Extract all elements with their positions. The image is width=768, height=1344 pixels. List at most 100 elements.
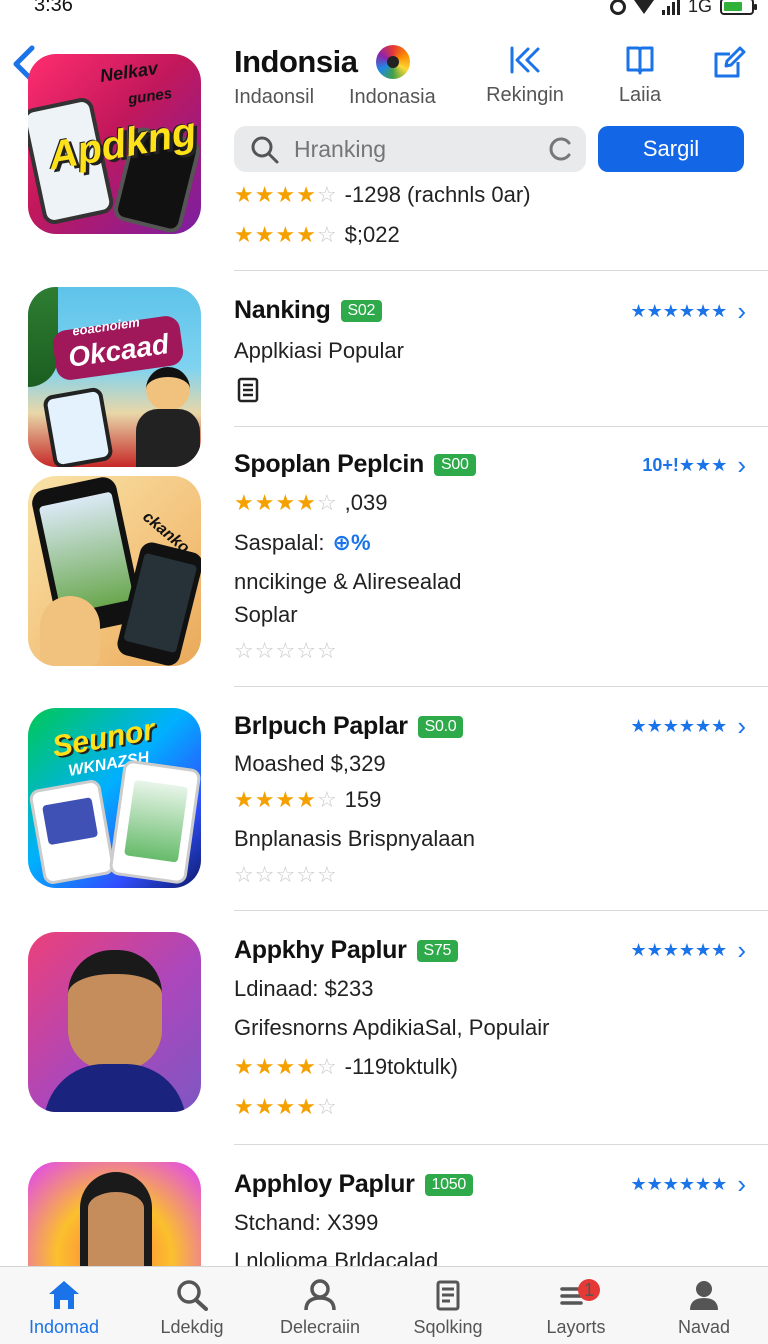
star-rating: ☆ ☆ ☆ ☆ ☆ [234, 864, 337, 886]
app-thumbnail[interactable] [28, 932, 201, 1112]
star-icon: ★ [296, 182, 316, 207]
empty-rating-row: ☆ ☆ ☆ ☆ ☆ [234, 640, 337, 662]
app-name[interactable]: Spoplan Peplcin S00 [234, 450, 476, 479]
hand-illustration [40, 596, 100, 666]
star-rating: ★ ★ ★ ★ ☆ [234, 1096, 337, 1118]
star-icon: ☆ [316, 1094, 337, 1119]
phone-illustration [42, 386, 114, 467]
app-detail: Grifesnorns ApdikiaSal, Populair [234, 1015, 550, 1041]
status-bar: 3:36 1G [0, 0, 768, 22]
app-detail-text: Ldinaad: $233 [234, 976, 374, 1001]
shirt-illustration [44, 1064, 186, 1112]
rank-indicator[interactable]: ★★★★★★ › [631, 713, 747, 739]
star-icon: ☆ [254, 638, 275, 663]
star-icon: ☆ [316, 490, 337, 515]
star-icon: ☆ [316, 787, 337, 812]
color-wheel-icon[interactable] [376, 45, 410, 79]
app-detail-text: Moashed $,329 [234, 751, 386, 776]
app-detail: nncikinge & Aliresealad [234, 569, 461, 595]
star-icon: ★ [254, 182, 275, 207]
star-icon: ☆ [296, 638, 316, 663]
rewind-icon [510, 46, 540, 74]
nav-label: Layorts [546, 1317, 606, 1337]
nav-item-profile[interactable]: Navad [640, 1267, 768, 1344]
price-badge: S02 [340, 299, 383, 322]
search-input[interactable] [294, 132, 534, 166]
star-icon: ★ [275, 182, 296, 207]
nav-label: Indomad [28, 1317, 100, 1337]
header-link[interactable]: Indonasia [349, 86, 436, 109]
star-icon: ★ [254, 1094, 275, 1119]
laiia-button[interactable]: Laiia [595, 44, 685, 107]
app-name[interactable]: Brlpuch Paplar S0.0 [234, 712, 464, 741]
clipboard-icon [436, 1280, 460, 1311]
home-icon [49, 1281, 79, 1309]
star-icon: ★ [254, 787, 275, 812]
rank-indicator[interactable]: ★★★★★★ › [631, 1171, 747, 1197]
price-badge: S00 [433, 453, 476, 476]
app-detail: Ldinaad: $233 [234, 976, 373, 1002]
divider [234, 910, 768, 911]
rekingin-button[interactable]: Rekingin [480, 44, 570, 107]
star-rating: ★ ★ ★ ★ ☆ [234, 789, 337, 811]
app-detail-text: nncikinge & Aliresealad [234, 569, 462, 594]
search-bar [234, 126, 586, 172]
star-icon: ★ [275, 787, 296, 812]
chevron-right-icon: › [737, 711, 746, 741]
app-category: Applkiasi Popular [234, 338, 404, 364]
star-rating: ★ ★ ★ ★ ☆ [234, 492, 337, 514]
person-icon [304, 1279, 336, 1311]
app-name[interactable]: Appkhy Paplur S75 [234, 936, 459, 965]
star-icon: ★ [296, 787, 316, 812]
star-icon: ★ [234, 490, 254, 515]
app-thumbnail[interactable]: Seunor WKNAZSH [28, 708, 201, 888]
app-name[interactable]: Apphloy Paplur 1050 [234, 1170, 473, 1199]
star-icon: ★ [296, 222, 316, 247]
app-title: Nanking [234, 296, 331, 324]
nav-item-search[interactable]: Ldekdig [128, 1267, 256, 1344]
featured-rating-row: ★ ★ ★ ★ ☆ -1298 (rachnls 0ar) [234, 182, 531, 208]
featured-rating-text: -1298 (rachnls 0ar) [344, 182, 531, 207]
rank-indicator[interactable]: 10+!★★★ › [642, 452, 746, 478]
app-rating: ★ ★ ★ ★ ☆ ,039 [234, 490, 388, 516]
nav-item-home[interactable]: Indomad [0, 1267, 128, 1344]
phone-illustration [108, 759, 201, 885]
star-icon: ☆ [316, 1054, 337, 1079]
divider [234, 686, 768, 687]
app-title: Spoplan Peplcin [234, 450, 424, 478]
nav-label: Navad [677, 1317, 731, 1337]
nav-item-person[interactable]: Delecraiin [256, 1267, 384, 1344]
rank-indicator[interactable]: ★★★★★★ › [631, 298, 747, 324]
star-rating: ★ ★ ★ ★ ☆ [234, 224, 337, 246]
featured-app-thumbnail[interactable]: Nelkav gunes Apdkng [28, 54, 201, 234]
app-thumbnail[interactable]: ckanko [28, 476, 201, 666]
nav-item-layouts[interactable]: 1 Layorts [512, 1267, 640, 1344]
edit-icon[interactable] [712, 46, 746, 80]
nav-item-list[interactable]: Sqolking [384, 1267, 512, 1344]
face-illustration [68, 950, 162, 1070]
header-subtitle: Indaonsil [234, 86, 315, 108]
star-icon: ☆ [316, 862, 337, 887]
app-detail: Lnlolioma Brldacalad [234, 1248, 438, 1266]
chevron-right-icon: › [737, 450, 746, 480]
refresh-icon[interactable] [548, 136, 574, 162]
app-detail-text: Bnplanasis Brispnyalaan [234, 826, 475, 851]
status-time: 3:36 [34, 0, 73, 16]
status-icons: 1G [609, 0, 757, 17]
globe-percent-icon: ⊕% [332, 530, 371, 555]
search-icon [177, 1280, 208, 1311]
featured-price-text: $;022 [344, 222, 400, 247]
star-icon: ★ [254, 1054, 275, 1079]
laiia-label: Laiia [618, 84, 662, 106]
app-detail-text: Stchand: X399 [234, 1210, 379, 1235]
app-thumbnail[interactable] [28, 1162, 201, 1266]
rank-indicator[interactable]: ★★★★★★ › [631, 937, 747, 963]
app-thumbnail[interactable]: eoacnoiem Okcaad [28, 287, 201, 467]
search-button[interactable]: Sargil [598, 126, 744, 172]
star-icon: ★ [234, 787, 254, 812]
app-name[interactable]: Nanking S02 [234, 296, 383, 325]
star-rating: ★ ★ ★ ★ ☆ [234, 1056, 337, 1078]
rank-stars: 10+!★★★ [642, 454, 728, 475]
price-badge: S75 [416, 939, 459, 962]
search-icon [251, 136, 279, 164]
